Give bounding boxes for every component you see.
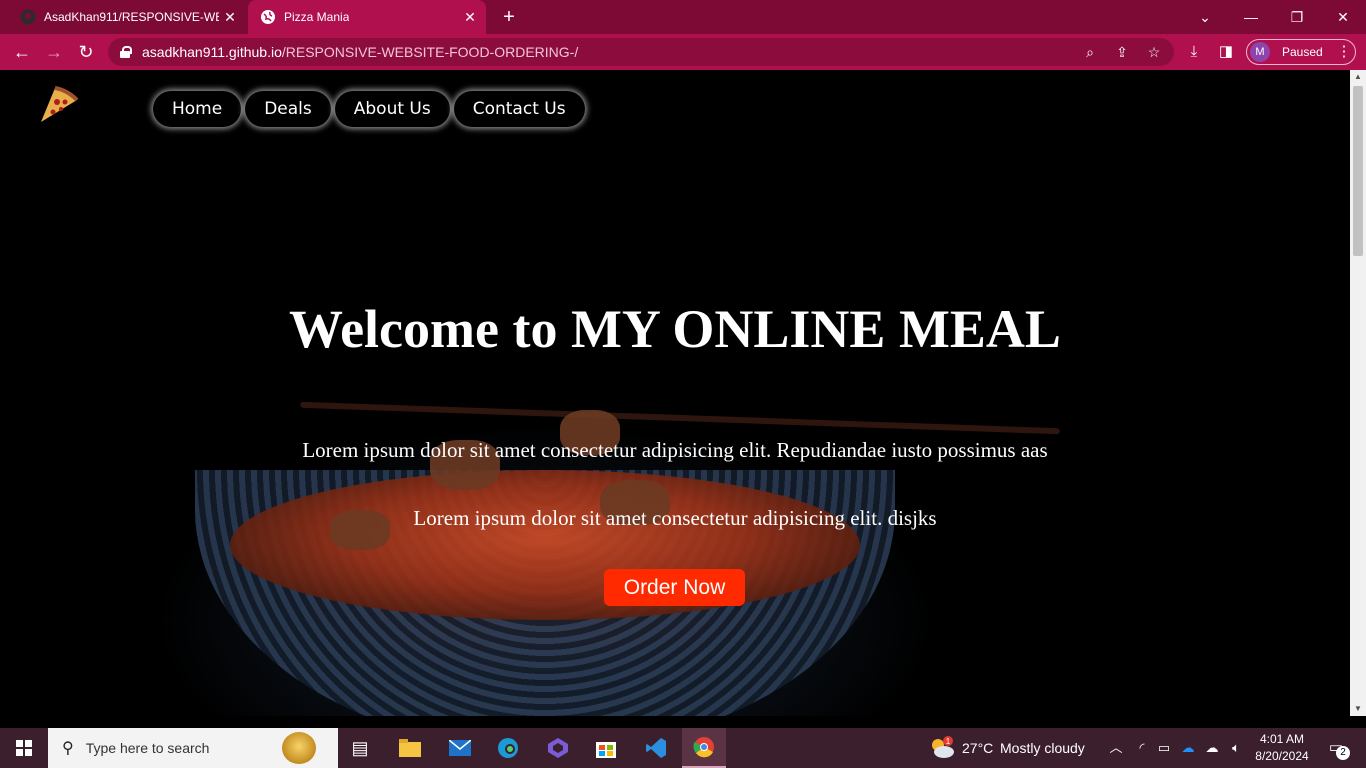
close-window-button[interactable]: ✕ [1320,0,1366,34]
notification-count: 2 [1336,746,1350,760]
chrome-icon[interactable] [682,728,726,768]
pizza-slice-icon[interactable] [35,82,83,130]
task-view-icon[interactable]: ▤ [338,728,382,768]
tab-title: AsadKhan911/RESPONSIVE-WEB [44,10,219,24]
browser-tab-bar: AsadKhan911/RESPONSIVE-WEB ✕ Pizza Mania… [0,0,1366,34]
volume-icon[interactable]: 🔈︎ [1226,738,1246,758]
weather-temp[interactable]: 27°C [962,728,993,768]
github-icon [20,9,36,25]
weather-cloud-icon[interactable]: 1 [928,736,956,760]
lock-icon [120,46,132,58]
address-bar[interactable]: asadkhan911.github.io/RESPONSIVE-WEBSITE… [108,38,1174,66]
search-icon: ⚲ [62,740,74,757]
search-placeholder: Type here to search [85,740,210,756]
menu-kebab-icon[interactable]: ⋮ [1334,42,1354,62]
windows-taskbar: ⚲ Type here to search ▤ 1 27°C Mostly cl… [0,728,1366,768]
network-icon[interactable]: ◜ [1132,738,1152,758]
svg-text:1: 1 [946,737,951,746]
edge-icon[interactable] [486,728,530,768]
page-scrollbar[interactable]: ▲ ▼ [1350,70,1366,716]
weather-desc[interactable]: Mostly cloudy [1000,728,1085,768]
scroll-up-arrow-icon[interactable]: ▲ [1350,70,1366,84]
close-tab-icon[interactable]: ✕ [222,9,238,25]
profile-status: Paused [1282,45,1323,59]
store-icon[interactable] [584,728,628,768]
download-icon[interactable]: ⤓ [1184,42,1204,62]
restore-button[interactable]: ❐ [1274,0,1320,34]
globe-icon [260,9,276,25]
start-button[interactable] [0,728,48,768]
nav-deals[interactable]: Deals [245,91,331,127]
chevron-up-icon[interactable]: ︿ [1106,738,1126,758]
file-explorer-icon[interactable] [388,728,432,768]
main-nav: Home Deals About Us Contact Us [153,91,589,127]
tab-pizza-mania[interactable]: Pizza Mania ✕ [248,0,486,34]
hero-title: Welcome to MY ONLINE MEAL [289,299,1061,359]
clock-time: 4:01 AM [1259,732,1305,746]
order-now-button[interactable]: Order Now [604,569,745,606]
soup-image [230,470,860,620]
close-tab-icon[interactable]: ✕ [462,9,478,25]
system-clock[interactable]: 4:01 AM 8/20/2024 [1250,731,1314,765]
hero-paragraph-2: Lorem ipsum dolor sit amet consectetur a… [413,506,937,530]
vscode-icon[interactable] [634,728,678,768]
onedrive-cloud-icon[interactable]: ☁ [1178,738,1198,758]
windows-logo-icon [16,740,32,756]
mail-icon[interactable] [438,728,482,768]
search-highlight-icon[interactable] [282,732,316,764]
nav-contact-us[interactable]: Contact Us [453,91,585,127]
clock-date: 8/20/2024 [1255,749,1309,763]
bookmark-star-icon[interactable]: ☆ [1144,42,1164,62]
tab-github[interactable]: AsadKhan911/RESPONSIVE-WEB ✕ [8,0,246,34]
battery-icon[interactable]: ▭ [1154,738,1174,758]
forward-arrow-icon[interactable]: → [42,40,66,64]
url-text: asadkhan911.github.io/RESPONSIVE-WEBSITE… [142,44,579,60]
tab-search-chevron-icon[interactable]: ⌄ [1182,0,1228,34]
share-icon[interactable]: ⇪ [1112,42,1132,62]
zoom-icon[interactable]: ⌕ [1080,42,1100,62]
back-arrow-icon[interactable]: ← [10,40,34,64]
nav-about-us[interactable]: About Us [334,91,450,127]
hero-paragraph-1: Lorem ipsum dolor sit amet consectetur a… [302,438,1048,462]
tab-title: Pizza Mania [284,10,350,24]
minimize-button[interactable]: — [1228,0,1274,34]
taskbar-search[interactable]: ⚲ Type here to search [48,728,338,768]
nav-home[interactable]: Home [153,91,242,127]
side-panel-icon[interactable]: ◨ [1216,42,1236,62]
scroll-thumb[interactable] [1353,86,1363,256]
avatar: M [1250,42,1270,62]
notification-icon[interactable]: ▭ 2 [1322,736,1350,760]
new-tab-button[interactable]: + [498,6,520,28]
page-viewport: Home Deals About Us Contact Us Welcome t… [0,70,1350,716]
scroll-down-arrow-icon[interactable]: ▼ [1350,702,1366,716]
copilot-icon[interactable] [536,728,580,768]
onedrive-personal-cloud-icon[interactable]: ☁ [1202,738,1222,758]
browser-toolbar: ← → ↻ asadkhan911.github.io/RESPONSIVE-W… [0,34,1366,70]
reload-icon[interactable]: ↻ [74,40,98,64]
